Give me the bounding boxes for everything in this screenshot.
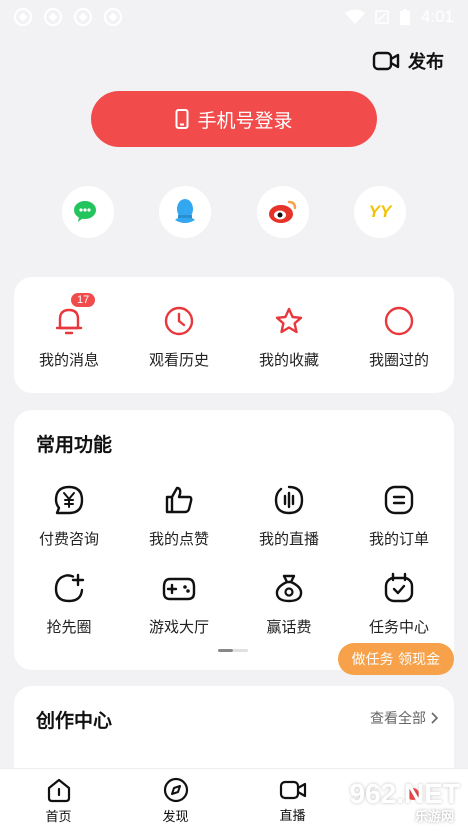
common-functions-card: 常用功能 付费咨询 我的点赞 我的直播 我的订单 抢先圈 游戏大厅 赢话费 任务…	[14, 410, 454, 670]
win-phone-credit-item[interactable]: 赢话费	[234, 570, 344, 637]
task-cash-pill[interactable]: 做任务 领现金	[337, 643, 454, 675]
notification-icon	[74, 8, 92, 26]
item-label: 付费咨询	[38, 530, 99, 548]
notification-icon	[14, 8, 32, 26]
message-count-badge: 17	[69, 291, 98, 309]
yuan-chat-icon	[54, 485, 84, 515]
publish-button[interactable]: 发布	[372, 48, 444, 74]
tab-label: 发现	[162, 809, 189, 825]
preview-circle-item[interactable]: 抢先圈	[14, 570, 124, 637]
item-label: 我的直播	[258, 530, 319, 548]
see-all-link[interactable]: 查看全部	[370, 708, 438, 728]
watch-history-item[interactable]: 观看历史	[124, 303, 234, 370]
wifi-icon	[344, 9, 365, 24]
task-calendar-icon	[384, 572, 414, 603]
item-label: 赢话费	[266, 618, 312, 636]
yy-icon: YY	[368, 202, 392, 221]
clock-icon	[164, 306, 194, 336]
game-hall-item[interactable]: 游戏大厅	[124, 570, 234, 637]
phone-login-label: 手机号登录	[197, 109, 293, 132]
star-icon	[275, 307, 303, 334]
tab-live[interactable]: 直播	[234, 769, 351, 832]
item-label: 我的点赞	[148, 530, 209, 548]
weibo-login-button[interactable]	[257, 186, 309, 238]
yy-login-button[interactable]: YY	[354, 186, 406, 238]
compass-icon	[163, 777, 188, 802]
my-circled-item[interactable]: 我圈过的	[344, 303, 454, 370]
clock-text: 4:01	[420, 7, 454, 26]
battery-icon	[399, 9, 410, 25]
my-orders-item[interactable]: 我的订单	[344, 482, 454, 549]
live-icon	[274, 485, 304, 515]
wechat-login-button[interactable]	[62, 186, 114, 238]
watermark-text: 乐游网	[414, 810, 454, 825]
my-live-item[interactable]: 我的直播	[234, 482, 344, 549]
phone-icon	[175, 109, 189, 129]
status-bar: 4:01	[0, 0, 468, 34]
section-title: 常用功能	[36, 434, 113, 456]
tab-discover[interactable]: 发现	[117, 769, 234, 832]
qq-icon	[175, 199, 195, 223]
see-all-label: 查看全部	[370, 711, 426, 727]
section-title: 创作中心	[36, 710, 113, 732]
circle-icon	[384, 306, 414, 336]
item-label: 游戏大厅	[148, 618, 209, 636]
item-label: 我圈过的	[368, 351, 429, 369]
circle-plus-icon	[54, 573, 85, 603]
item-label: 我的消息	[38, 351, 99, 369]
item-label: 我的收藏	[258, 351, 319, 369]
page-indicator	[218, 649, 248, 652]
thumb-up-icon	[165, 486, 193, 514]
video-camera-icon	[372, 51, 400, 71]
quick-access-card: 17 我的消息 观看历史 我的收藏 我圈过的	[14, 277, 454, 393]
my-favorites-item[interactable]: 我的收藏	[234, 303, 344, 370]
item-label: 任务中心	[368, 618, 429, 636]
tab-home[interactable]: 首页	[0, 769, 117, 832]
bell-icon	[55, 308, 83, 335]
item-label: 抢先圈	[46, 618, 92, 636]
phone-login-button[interactable]: 手机号登录	[91, 91, 377, 147]
video-icon	[279, 780, 306, 799]
tab-label: 首页	[45, 809, 72, 825]
my-messages-item[interactable]: 17 我的消息	[14, 291, 124, 370]
money-bag-icon	[275, 574, 303, 603]
notification-icon	[104, 8, 122, 26]
task-center-item[interactable]: 任务中心	[344, 570, 454, 637]
weibo-icon	[269, 200, 297, 223]
my-likes-item[interactable]: 我的点赞	[124, 482, 234, 549]
qq-login-button[interactable]	[159, 186, 211, 238]
home-icon	[47, 778, 70, 802]
item-label: 观看历史	[148, 351, 209, 369]
order-icon	[384, 485, 414, 515]
item-label: 我的订单	[368, 530, 429, 548]
signal-icon	[375, 10, 389, 24]
notification-icon	[44, 8, 62, 26]
wechat-icon	[74, 201, 96, 222]
paid-consult-item[interactable]: 付费咨询	[14, 482, 124, 549]
tab-label: 直播	[279, 808, 306, 824]
gamepad-icon	[162, 577, 196, 601]
chevron-right-icon	[431, 712, 438, 724]
publish-label: 发布	[408, 52, 444, 73]
